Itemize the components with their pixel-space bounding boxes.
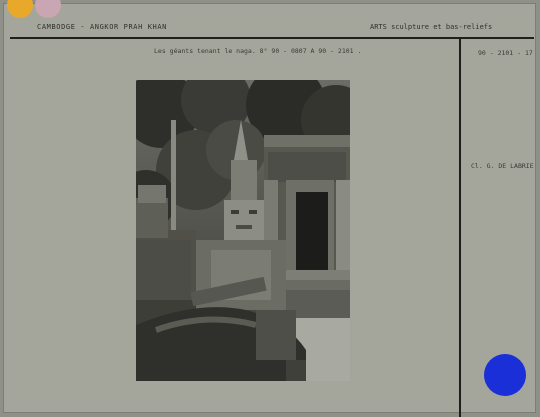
pink-sticker xyxy=(35,0,61,18)
photo-credit: Cl. G. DE LABRIE xyxy=(471,162,534,170)
category-heading: ARTS sculpture et bas-reliefs xyxy=(370,23,493,31)
photo-caption: Les géants tenant le naga. 8° 90 - 0807 … xyxy=(154,47,362,55)
header-rule xyxy=(10,37,534,39)
mounted-photograph xyxy=(136,80,350,381)
photo-image xyxy=(136,80,350,381)
blue-sticker xyxy=(484,354,526,396)
inventory-number: 90 - 2101 - 17 xyxy=(478,49,533,57)
archive-card: CAMBODGE - ANGKOR PRAH KHAN ARTS sculptu… xyxy=(3,0,536,417)
column-rule xyxy=(459,37,461,417)
yellow-sticker xyxy=(7,0,33,18)
location-heading: CAMBODGE - ANGKOR PRAH KHAN xyxy=(37,23,167,31)
